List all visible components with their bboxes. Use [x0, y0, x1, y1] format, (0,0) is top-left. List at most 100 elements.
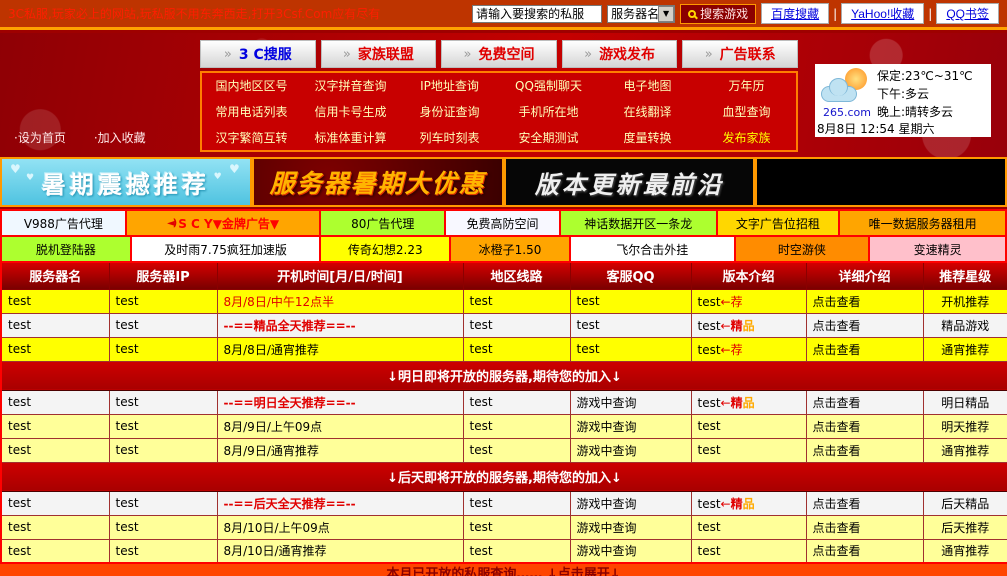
ad-link[interactable]: 时空游侠 [736, 237, 871, 261]
ad-link[interactable]: 脱机登陆器 [2, 237, 132, 261]
tab-label: 免费空间 [478, 44, 534, 64]
server-row: testtest8月/10日/上午09点test游戏中查询test点击查看后天推… [1, 515, 1007, 539]
detail-link[interactable]: 点击查看 [806, 491, 923, 515]
detail-link[interactable]: 点击查看 [806, 539, 923, 563]
version-cell: test←荐 [691, 289, 806, 313]
detail-link[interactable]: 点击查看 [806, 289, 923, 313]
ad-link[interactable]: 80广告代理 [321, 211, 446, 235]
ad-link[interactable]: 及时雨7.75疯狂加速版 [132, 237, 322, 261]
quick-link[interactable]: 万年历 [697, 73, 796, 99]
open-time-text: 8月/9日/上午09点 [224, 420, 323, 434]
ad-link[interactable]: V988广告代理 [2, 211, 127, 235]
quick-link[interactable]: QQ强制聊天 [499, 73, 598, 99]
heart-icon: ♥ [229, 162, 240, 176]
quick-link[interactable]: 标准体重计算 [301, 124, 400, 150]
server-row: testtest--==后天全天推荐==--test游戏中查询test←精品点击… [1, 491, 1007, 515]
nav-tab-3[interactable]: »免费空间 [441, 40, 557, 68]
quick-link[interactable]: 常用电话列表 [202, 99, 301, 125]
column-header: 服务器名 [1, 262, 109, 289]
quick-link[interactable]: 国内地区区号 [202, 73, 301, 99]
quick-link[interactable]: 信用卡号生成 [301, 99, 400, 125]
area-line-cell: test [463, 414, 570, 438]
banner-version-update[interactable]: 版本更新最前沿 [504, 157, 756, 207]
quick-link[interactable]: 血型查询 [697, 99, 796, 125]
nav-tab-1[interactable]: »3 C搜服 [200, 40, 316, 68]
area-line-cell: test [463, 337, 570, 361]
server-row: testtest8月/8日/通宵推荐testtesttest←荐点击查看通宵推荐 [1, 337, 1007, 361]
ad-link[interactable]: 飞尔合击外挂 [571, 237, 736, 261]
detail-link[interactable]: 点击查看 [806, 515, 923, 539]
version-cell: test [691, 515, 806, 539]
quick-link[interactable]: 安全期测试 [499, 124, 598, 150]
speaker-icon: ◄) [167, 218, 175, 229]
version-cell: test←精品 [691, 390, 806, 414]
quick-link[interactable]: 身份证查询 [400, 99, 499, 125]
open-time-cell: --==后天全天推荐==-- [217, 491, 463, 515]
heart-icon: ♥ [10, 162, 21, 176]
weather-widget: 265.com 保定:23℃~31℃ 下午:多云 晚上:晴转多云 8月8日 12… [815, 64, 991, 137]
version-cell: test←精品 [691, 491, 806, 515]
server-name-cell: test [1, 390, 109, 414]
banner-summer-promo[interactable]: ♥ ♥ ♥ ♥ 暑期震撼推荐 [0, 157, 252, 207]
detail-link[interactable]: 点击查看 [806, 438, 923, 462]
server-row: testtest8月/10日/通宵推荐test游戏中查询test点击查看通宵推荐 [1, 539, 1007, 563]
search-type-select[interactable]: 服务器名 ▼ [607, 5, 675, 23]
bookmark-buttons: 百度搜藏|YaHoo!收藏|QQ书签 [761, 3, 999, 24]
banner-empty[interactable] [755, 157, 1007, 207]
server-name-cell: test [1, 313, 109, 337]
bookmark-button-1[interactable]: 百度搜藏 [761, 3, 829, 24]
nav-tab-5[interactable]: »广告联系 [682, 40, 798, 68]
ad-link[interactable]: 冰橙子1.50 [451, 237, 571, 261]
server-ip-cell: test [109, 337, 217, 361]
server-name-cell: test [1, 515, 109, 539]
ad-link[interactable]: 免费高防空间 [446, 211, 561, 235]
ad-link[interactable]: 变速精灵 [870, 237, 1007, 261]
ad-link[interactable]: 文字广告位招租 [718, 211, 841, 235]
ad-link[interactable]: ◄)S C Y▼金牌广告▼ [127, 211, 322, 235]
quick-link[interactable]: 汉字拼音查询 [301, 73, 400, 99]
bookmark-button-3[interactable]: QQ书签 [936, 3, 999, 24]
star-rating-cell: 通宵推荐 [923, 438, 1007, 462]
quick-link[interactable]: 发布家族 [697, 124, 796, 150]
chevron-down-icon[interactable]: ▼ [658, 6, 674, 22]
ad-link-label: 传奇幻想2.23 [348, 241, 423, 258]
area-line-cell: test [463, 539, 570, 563]
banner-server-discount[interactable]: 服务器暑期大优惠 [252, 157, 504, 207]
ad-link[interactable]: 神话数据开区一条龙 [561, 211, 718, 235]
quick-link[interactable]: 在线翻译 [598, 99, 697, 125]
open-time-text: 8月/10日/通宵推荐 [224, 544, 327, 558]
open-time-text: 8月/8日/通宵推荐 [224, 343, 319, 357]
detail-link[interactable]: 点击查看 [806, 313, 923, 337]
server-row: testtest8月/9日/上午09点test游戏中查询test点击查看明天推荐 [1, 414, 1007, 438]
weather-evening: 晚上:晴转多云 [877, 103, 953, 120]
version-cell: test [691, 539, 806, 563]
nav-tab-4[interactable]: »游戏发布 [562, 40, 678, 68]
detail-link[interactable]: 点击查看 [806, 337, 923, 361]
set-homepage-link[interactable]: ·设为首页 [14, 129, 66, 146]
quick-link[interactable]: 度量转换 [598, 124, 697, 150]
quick-link[interactable]: IP地址查询 [400, 73, 499, 99]
top-bar: 3C私服,玩家必上的网站,玩私服不用东奔西走,打开3Csf.Com应有尽有 服务… [0, 0, 1007, 30]
weather-site-link[interactable]: 265.com [823, 106, 871, 119]
bookmark-button-2[interactable]: YaHoo!收藏 [841, 3, 924, 24]
search-button[interactable]: 搜索游戏 [680, 4, 756, 24]
quick-link[interactable]: 电子地图 [598, 73, 697, 99]
quick-link[interactable]: 手机所在地 [499, 99, 598, 125]
select-value: 服务器名 [608, 5, 658, 22]
add-favorite-link[interactable]: ·加入收藏 [94, 129, 146, 146]
detail-link[interactable]: 点击查看 [806, 390, 923, 414]
area-line-cell: test [463, 289, 570, 313]
search-input[interactable] [472, 5, 602, 23]
section-separator-row: ↓明日即将开放的服务器,期待您的加入↓ [1, 361, 1007, 390]
nav-tab-2[interactable]: »家族联盟 [321, 40, 437, 68]
ad-link[interactable]: 唯一数据服务器租用 [840, 211, 1007, 235]
star-rating-cell: 通宵推荐 [923, 337, 1007, 361]
quick-link[interactable]: 汉字繁简互转 [202, 124, 301, 150]
server-name-cell: test [1, 539, 109, 563]
expand-history-bar[interactable]: 本月已开放的私服查询…… ↓点击展开↓ [0, 562, 1007, 576]
banner-row: ♥ ♥ ♥ ♥ 暑期震撼推荐 服务器暑期大优惠 版本更新最前沿 [0, 157, 1007, 207]
ad-link[interactable]: 传奇幻想2.23 [321, 237, 451, 261]
left-arrow-icon: ← [721, 396, 731, 410]
detail-link[interactable]: 点击查看 [806, 414, 923, 438]
quick-link[interactable]: 列车时刻表 [400, 124, 499, 150]
